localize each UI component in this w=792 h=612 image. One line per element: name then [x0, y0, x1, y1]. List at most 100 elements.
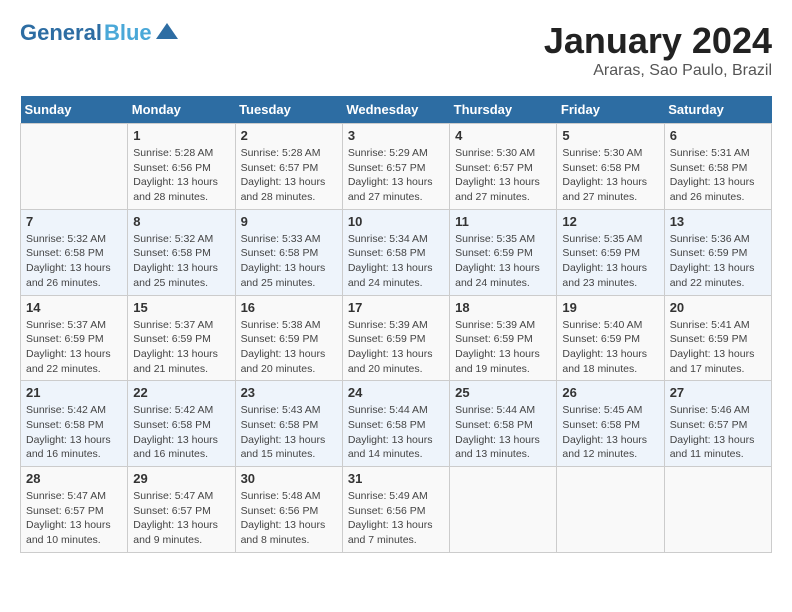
day-content: Sunrise: 5:28 AM Sunset: 6:56 PM Dayligh… [133, 146, 229, 205]
header-cell-thursday: Thursday [450, 96, 557, 124]
day-cell: 23 Sunrise: 5:43 AM Sunset: 6:58 PM Dayli… [235, 381, 342, 467]
day-content: Sunrise: 5:32 AM Sunset: 6:58 PM Dayligh… [26, 232, 122, 291]
day-content: Sunrise: 5:39 AM Sunset: 6:59 PM Dayligh… [348, 318, 444, 377]
day-number: 20 [670, 300, 766, 315]
header-cell-friday: Friday [557, 96, 664, 124]
day-cell: 25 Sunrise: 5:44 AM Sunset: 6:58 PM Dayli… [450, 381, 557, 467]
day-number: 26 [562, 385, 658, 400]
day-number: 11 [455, 214, 551, 229]
header-cell-monday: Monday [128, 96, 235, 124]
day-number: 21 [26, 385, 122, 400]
day-number: 15 [133, 300, 229, 315]
day-cell: 10 Sunrise: 5:34 AM Sunset: 6:58 PM Dayli… [342, 209, 449, 295]
day-number: 9 [241, 214, 337, 229]
day-content: Sunrise: 5:36 AM Sunset: 6:59 PM Dayligh… [670, 232, 766, 291]
day-number: 28 [26, 471, 122, 486]
day-cell: 21 Sunrise: 5:42 AM Sunset: 6:58 PM Dayli… [21, 381, 128, 467]
calendar-table: SundayMondayTuesdayWednesdayThursdayFrid… [20, 96, 772, 553]
logo-blue: Blue [104, 20, 152, 46]
day-cell: 24 Sunrise: 5:44 AM Sunset: 6:58 PM Dayli… [342, 381, 449, 467]
day-content: Sunrise: 5:37 AM Sunset: 6:59 PM Dayligh… [133, 318, 229, 377]
day-content: Sunrise: 5:48 AM Sunset: 6:56 PM Dayligh… [241, 489, 337, 548]
day-content: Sunrise: 5:37 AM Sunset: 6:59 PM Dayligh… [26, 318, 122, 377]
day-number: 4 [455, 128, 551, 143]
week-row-3: 14 Sunrise: 5:37 AM Sunset: 6:59 PM Dayli… [21, 295, 772, 381]
day-content: Sunrise: 5:38 AM Sunset: 6:59 PM Dayligh… [241, 318, 337, 377]
day-cell: 26 Sunrise: 5:45 AM Sunset: 6:58 PM Dayli… [557, 381, 664, 467]
day-cell [450, 467, 557, 553]
logo: General Blue [20, 20, 178, 46]
day-cell: 6 Sunrise: 5:31 AM Sunset: 6:58 PM Daylig… [664, 124, 771, 210]
day-number: 2 [241, 128, 337, 143]
day-cell: 16 Sunrise: 5:38 AM Sunset: 6:59 PM Dayli… [235, 295, 342, 381]
day-cell: 5 Sunrise: 5:30 AM Sunset: 6:58 PM Daylig… [557, 124, 664, 210]
page-header: General Blue January 2024 Araras, Sao Pa… [20, 20, 772, 80]
day-cell [557, 467, 664, 553]
day-number: 1 [133, 128, 229, 143]
header-cell-saturday: Saturday [664, 96, 771, 124]
day-number: 13 [670, 214, 766, 229]
day-content: Sunrise: 5:29 AM Sunset: 6:57 PM Dayligh… [348, 146, 444, 205]
day-content: Sunrise: 5:40 AM Sunset: 6:59 PM Dayligh… [562, 318, 658, 377]
day-number: 25 [455, 385, 551, 400]
day-number: 24 [348, 385, 444, 400]
day-cell: 7 Sunrise: 5:32 AM Sunset: 6:58 PM Daylig… [21, 209, 128, 295]
day-content: Sunrise: 5:45 AM Sunset: 6:58 PM Dayligh… [562, 403, 658, 462]
day-number: 10 [348, 214, 444, 229]
day-content: Sunrise: 5:30 AM Sunset: 6:57 PM Dayligh… [455, 146, 551, 205]
day-cell: 12 Sunrise: 5:35 AM Sunset: 6:59 PM Dayli… [557, 209, 664, 295]
day-content: Sunrise: 5:44 AM Sunset: 6:58 PM Dayligh… [455, 403, 551, 462]
day-content: Sunrise: 5:46 AM Sunset: 6:57 PM Dayligh… [670, 403, 766, 462]
day-number: 3 [348, 128, 444, 143]
day-cell: 22 Sunrise: 5:42 AM Sunset: 6:58 PM Dayli… [128, 381, 235, 467]
day-number: 8 [133, 214, 229, 229]
day-content: Sunrise: 5:32 AM Sunset: 6:58 PM Dayligh… [133, 232, 229, 291]
day-cell [664, 467, 771, 553]
week-row-5: 28 Sunrise: 5:47 AM Sunset: 6:57 PM Dayli… [21, 467, 772, 553]
day-number: 27 [670, 385, 766, 400]
day-content: Sunrise: 5:41 AM Sunset: 6:59 PM Dayligh… [670, 318, 766, 377]
day-content: Sunrise: 5:30 AM Sunset: 6:58 PM Dayligh… [562, 146, 658, 205]
day-number: 5 [562, 128, 658, 143]
day-cell: 4 Sunrise: 5:30 AM Sunset: 6:57 PM Daylig… [450, 124, 557, 210]
day-content: Sunrise: 5:42 AM Sunset: 6:58 PM Dayligh… [26, 403, 122, 462]
day-content: Sunrise: 5:44 AM Sunset: 6:58 PM Dayligh… [348, 403, 444, 462]
day-number: 22 [133, 385, 229, 400]
day-content: Sunrise: 5:34 AM Sunset: 6:58 PM Dayligh… [348, 232, 444, 291]
day-content: Sunrise: 5:35 AM Sunset: 6:59 PM Dayligh… [562, 232, 658, 291]
day-cell: 28 Sunrise: 5:47 AM Sunset: 6:57 PM Dayli… [21, 467, 128, 553]
week-row-4: 21 Sunrise: 5:42 AM Sunset: 6:58 PM Dayli… [21, 381, 772, 467]
day-cell: 11 Sunrise: 5:35 AM Sunset: 6:59 PM Dayli… [450, 209, 557, 295]
calendar-body: 1 Sunrise: 5:28 AM Sunset: 6:56 PM Daylig… [21, 124, 772, 553]
day-cell: 20 Sunrise: 5:41 AM Sunset: 6:59 PM Dayli… [664, 295, 771, 381]
day-content: Sunrise: 5:31 AM Sunset: 6:58 PM Dayligh… [670, 146, 766, 205]
day-cell: 13 Sunrise: 5:36 AM Sunset: 6:59 PM Dayli… [664, 209, 771, 295]
day-number: 14 [26, 300, 122, 315]
day-cell: 3 Sunrise: 5:29 AM Sunset: 6:57 PM Daylig… [342, 124, 449, 210]
day-content: Sunrise: 5:28 AM Sunset: 6:57 PM Dayligh… [241, 146, 337, 205]
day-number: 17 [348, 300, 444, 315]
day-cell: 2 Sunrise: 5:28 AM Sunset: 6:57 PM Daylig… [235, 124, 342, 210]
day-number: 23 [241, 385, 337, 400]
day-content: Sunrise: 5:35 AM Sunset: 6:59 PM Dayligh… [455, 232, 551, 291]
day-number: 31 [348, 471, 444, 486]
day-cell: 15 Sunrise: 5:37 AM Sunset: 6:59 PM Dayli… [128, 295, 235, 381]
day-content: Sunrise: 5:39 AM Sunset: 6:59 PM Dayligh… [455, 318, 551, 377]
day-content: Sunrise: 5:42 AM Sunset: 6:58 PM Dayligh… [133, 403, 229, 462]
location: Araras, Sao Paulo, Brazil [544, 62, 772, 80]
day-cell: 27 Sunrise: 5:46 AM Sunset: 6:57 PM Dayli… [664, 381, 771, 467]
header-cell-sunday: Sunday [21, 96, 128, 124]
day-number: 29 [133, 471, 229, 486]
day-content: Sunrise: 5:47 AM Sunset: 6:57 PM Dayligh… [26, 489, 122, 548]
day-cell: 29Sunrise: 5:47 AM Sunset: 6:57 PM Dayli… [128, 467, 235, 553]
month-title: January 2024 [544, 20, 772, 62]
day-content: Sunrise: 5:43 AM Sunset: 6:58 PM Dayligh… [241, 403, 337, 462]
day-cell: 14 Sunrise: 5:37 AM Sunset: 6:59 PM Dayli… [21, 295, 128, 381]
day-cell: 31 Sunrise: 5:49 AM Sunset: 6:56 PM Dayli… [342, 467, 449, 553]
day-content: Sunrise: 5:49 AM Sunset: 6:56 PM Dayligh… [348, 489, 444, 548]
day-number: 12 [562, 214, 658, 229]
day-number: 6 [670, 128, 766, 143]
day-number: 7 [26, 214, 122, 229]
title-block: January 2024 Araras, Sao Paulo, Brazil [544, 20, 772, 80]
day-number: 16 [241, 300, 337, 315]
